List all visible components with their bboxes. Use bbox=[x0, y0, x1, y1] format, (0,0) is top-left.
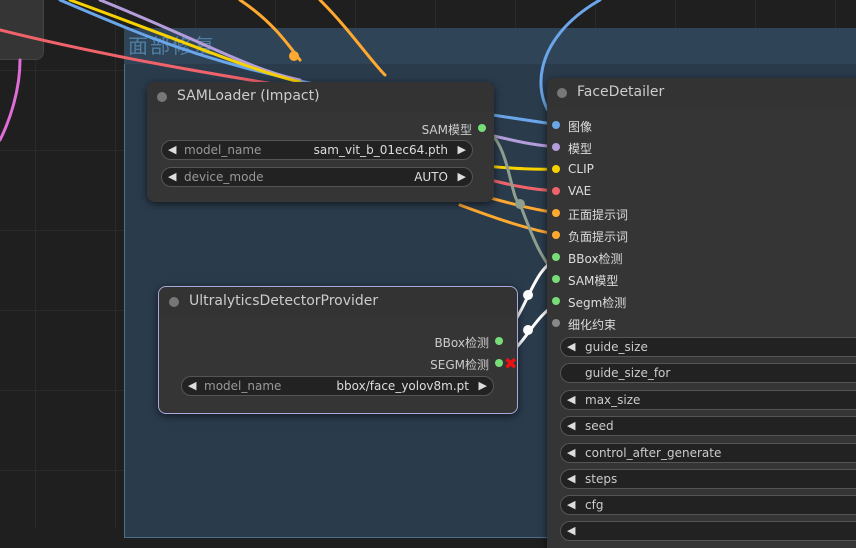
widget-seed[interactable]: ◀ seed bbox=[560, 416, 856, 436]
decrement-arrow-icon[interactable]: ◀ bbox=[567, 498, 575, 511]
widget-steps[interactable]: ◀ steps bbox=[560, 469, 856, 489]
sam-loader-node[interactable]: SAMLoader (Impact) SAM模型 ◀ model_name sa… bbox=[147, 82, 494, 202]
output-port[interactable] bbox=[495, 337, 503, 345]
reroute-dot bbox=[523, 290, 533, 300]
widget-value: sam_vit_b_01ec64.pth bbox=[313, 143, 448, 157]
increment-arrow-icon[interactable]: ▶ bbox=[479, 379, 487, 392]
output-port[interactable] bbox=[478, 124, 486, 132]
decrement-arrow-icon[interactable]: ◀ bbox=[567, 419, 575, 432]
increment-arrow-icon[interactable]: ▶ bbox=[458, 143, 466, 156]
decrement-arrow-icon[interactable]: ◀ bbox=[567, 472, 575, 485]
input-port-sam[interactable] bbox=[552, 275, 560, 283]
node-header[interactable]: SAMLoader (Impact) bbox=[147, 82, 494, 112]
widget-name: cfg bbox=[585, 498, 604, 512]
wire-neg-upper bbox=[318, 0, 387, 77]
decrement-arrow-icon[interactable]: ◀ bbox=[567, 393, 575, 406]
output-port[interactable] bbox=[495, 359, 503, 367]
widget-value: bbox/face_yolov8m.pt bbox=[336, 379, 469, 393]
output-label: SAM模型 bbox=[421, 123, 472, 137]
input-label: 模型 bbox=[568, 142, 593, 156]
decrement-arrow-icon[interactable]: ◀ bbox=[168, 170, 176, 183]
widget-value: AUTO bbox=[414, 170, 448, 184]
model-name-widget[interactable]: ◀ model_name bbox/face_yolov8m.pt ▶ bbox=[181, 376, 494, 396]
input-port-vae[interactable] bbox=[552, 187, 560, 195]
decrement-arrow-icon[interactable]: ◀ bbox=[567, 524, 575, 537]
wire-model-upper bbox=[98, 0, 302, 82]
model-name-widget[interactable]: ◀ model_name sam_vit_b_01ec64.pth ▶ bbox=[161, 140, 473, 160]
reroute-dot bbox=[289, 51, 299, 61]
input-label: CLIP bbox=[568, 162, 594, 176]
widget-name: model_name bbox=[184, 143, 262, 157]
node-title: SAMLoader (Impact) bbox=[177, 88, 320, 104]
input-port-model[interactable] bbox=[552, 143, 560, 151]
decrement-arrow-icon[interactable]: ◀ bbox=[567, 446, 575, 459]
input-label: SAM模型 bbox=[568, 274, 619, 288]
widget-control-after-generate[interactable]: ◀ control_after_generate bbox=[560, 443, 856, 463]
decrement-arrow-icon[interactable]: ◀ bbox=[188, 379, 196, 392]
widget-guide-size-for[interactable]: guide_size_for bbox=[560, 363, 856, 383]
input-port-constraint[interactable] bbox=[552, 319, 560, 327]
input-port-positive[interactable] bbox=[552, 209, 560, 217]
reroute-dot bbox=[515, 199, 525, 209]
widget-name: guide_size_for bbox=[585, 366, 671, 380]
input-port-bbox[interactable] bbox=[552, 253, 560, 261]
output-label: BBox检测 bbox=[434, 336, 489, 350]
ultralytics-detector-node[interactable]: UltralyticsDetectorProvider BBox检测 SEGM检… bbox=[158, 286, 518, 414]
decrement-arrow-icon[interactable]: ◀ bbox=[168, 143, 176, 156]
input-label: BBox检测 bbox=[568, 252, 623, 266]
widget-name: control_after_generate bbox=[585, 446, 722, 460]
input-label: VAE bbox=[568, 184, 592, 198]
input-port-negative[interactable] bbox=[552, 231, 560, 239]
increment-arrow-icon[interactable]: ▶ bbox=[458, 170, 466, 183]
widget-name: model_name bbox=[204, 379, 282, 393]
input-port-segm[interactable] bbox=[552, 297, 560, 305]
wire-pos-upper bbox=[238, 0, 302, 62]
input-label: 负面提示词 bbox=[568, 230, 629, 244]
collapse-dot[interactable] bbox=[557, 88, 567, 98]
input-label: 细化约束 bbox=[568, 318, 617, 332]
widget-name: steps bbox=[585, 472, 618, 486]
input-label: Segm检测 bbox=[568, 296, 627, 310]
decrement-arrow-icon[interactable]: ◀ bbox=[567, 340, 575, 353]
widget-name: max_size bbox=[585, 393, 641, 407]
input-label: 正面提示词 bbox=[568, 208, 629, 222]
widget-next[interactable]: ◀ bbox=[560, 521, 856, 541]
disconnect-x-icon[interactable]: ✖ bbox=[504, 354, 517, 373]
reroute-dot bbox=[523, 325, 533, 335]
node-header[interactable]: FaceDetailer bbox=[547, 78, 856, 108]
node-title: UltralyticsDetectorProvider bbox=[189, 293, 379, 309]
node-header[interactable]: UltralyticsDetectorProvider bbox=[159, 287, 517, 317]
wire-pink bbox=[0, 58, 22, 142]
input-port-clip[interactable] bbox=[552, 165, 560, 173]
collapse-dot[interactable] bbox=[169, 297, 179, 307]
input-label: 图像 bbox=[568, 120, 593, 134]
widget-name: device_mode bbox=[184, 170, 264, 184]
widget-guide-size[interactable]: ◀ guide_size bbox=[560, 337, 856, 357]
widget-name: guide_size bbox=[585, 340, 648, 354]
widget-cfg[interactable]: ◀ cfg bbox=[560, 495, 856, 515]
node-title: FaceDetailer bbox=[577, 84, 665, 100]
widget-max-size[interactable]: ◀ max_size bbox=[560, 390, 856, 410]
input-port-image[interactable] bbox=[552, 121, 560, 129]
widget-name: seed bbox=[585, 419, 614, 433]
output-label: SEGM检测 bbox=[430, 358, 489, 372]
collapse-dot[interactable] bbox=[157, 92, 167, 102]
device-mode-widget[interactable]: ◀ device_mode AUTO ▶ bbox=[161, 167, 473, 187]
